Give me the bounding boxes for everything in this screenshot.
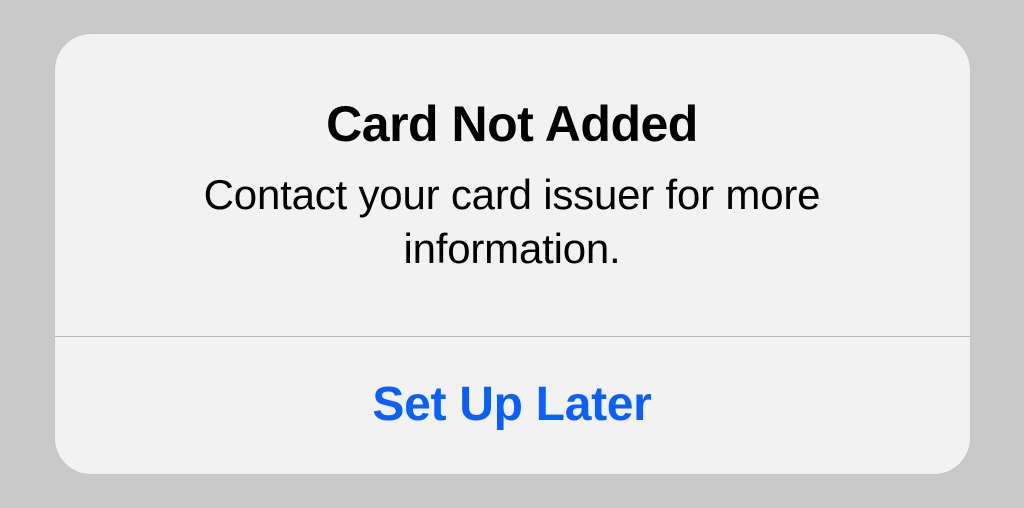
set-up-later-button[interactable]: Set Up Later	[55, 337, 970, 474]
alert-message: Contact your card issuer for more inform…	[105, 168, 920, 276]
alert-content: Card Not Added Contact your card issuer …	[55, 34, 970, 336]
button-label: Set Up Later	[372, 378, 651, 431]
alert-title: Card Not Added	[105, 94, 920, 154]
alert-dialog: Card Not Added Contact your card issuer …	[55, 34, 970, 474]
